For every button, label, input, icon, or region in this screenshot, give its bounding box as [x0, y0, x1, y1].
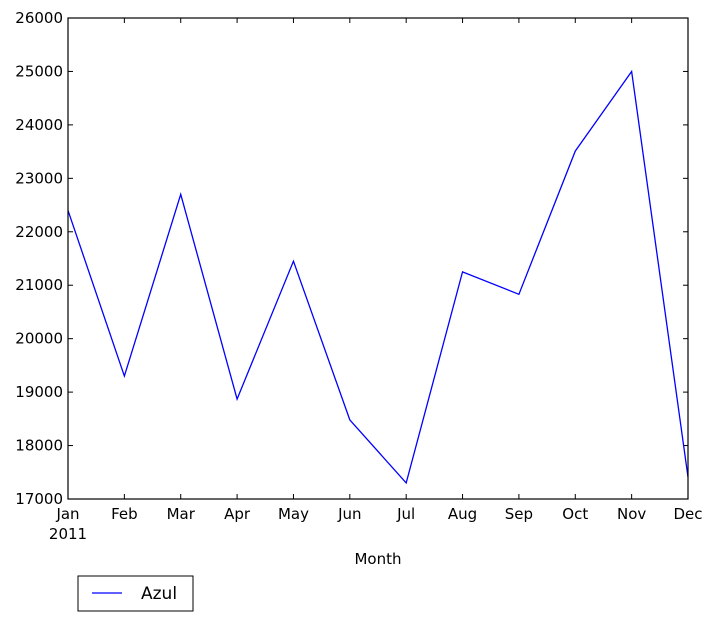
- x-tick-label: Dec: [673, 505, 702, 523]
- x-axis-ticks: Jan Feb Mar Apr May Jun Jul Aug Sep Oct Nov Dec: [55, 18, 703, 523]
- y-tick-label: 26000: [15, 9, 63, 27]
- legend: Azul: [77, 575, 194, 612]
- x-tick-label: Aug: [448, 505, 477, 523]
- y-tick-label: 19000: [15, 383, 63, 401]
- series-line-azul: [67, 69, 689, 485]
- y-tick-label: 22000: [15, 223, 63, 241]
- y-tick-label: 24000: [15, 116, 63, 134]
- x-tick-label: May: [278, 505, 309, 523]
- x-axis-label: Month: [354, 550, 401, 568]
- series-lines: [67, 69, 689, 485]
- x-tick-label: Feb: [111, 505, 138, 523]
- x-tick-label: Oct: [562, 505, 588, 523]
- x-tick-label: Apr: [224, 505, 251, 523]
- x-tick-label: Jan: [55, 505, 79, 523]
- x-tick-label: Jul: [396, 505, 415, 523]
- x-tick-label: Jun: [337, 505, 361, 523]
- y-tick-label: 18000: [15, 437, 63, 455]
- y-tick-label: 21000: [15, 276, 63, 294]
- y-tick-label: 25000: [15, 62, 63, 80]
- x-year-label: 2011: [49, 525, 87, 543]
- x-tick-label: Nov: [617, 505, 646, 523]
- legend-label-azul: Azul: [141, 584, 177, 604]
- x-tick-label: Sep: [505, 505, 533, 523]
- line-chart: 1700018000190002000021000220002300024000…: [15, 9, 703, 612]
- x-tick-label: Mar: [167, 505, 196, 523]
- y-tick-label: 20000: [15, 330, 63, 348]
- y-tick-label: 23000: [15, 169, 63, 187]
- y-axis-ticks: 1700018000190002000021000220002300024000…: [15, 9, 688, 508]
